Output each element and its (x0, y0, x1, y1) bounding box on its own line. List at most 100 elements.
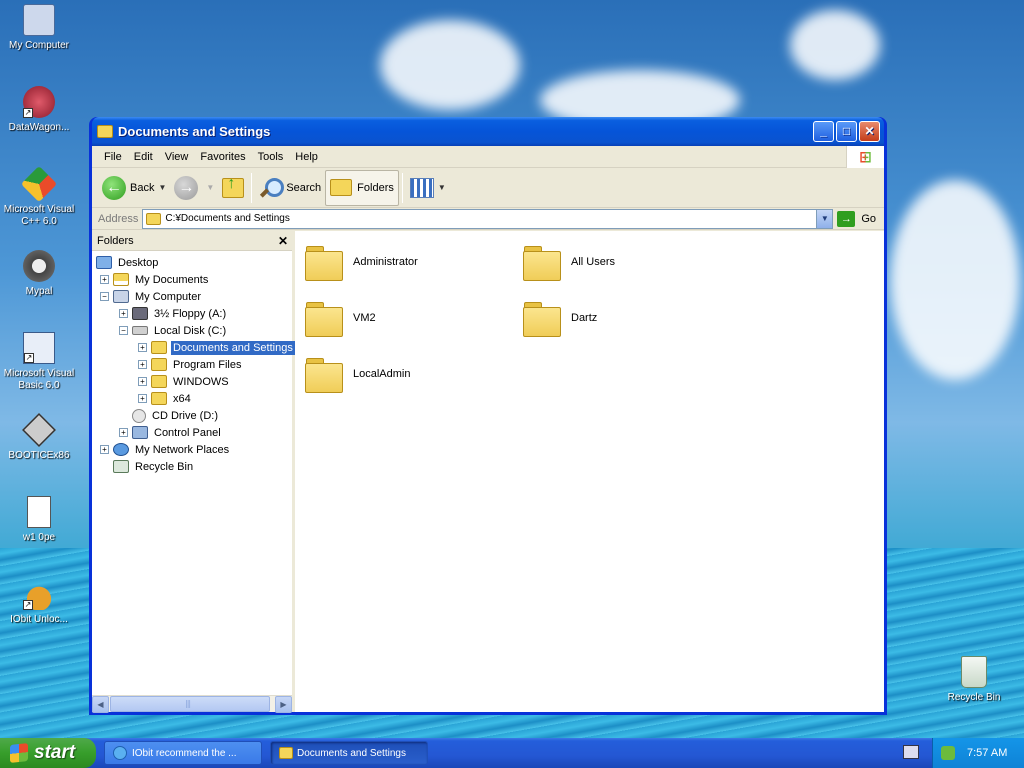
folder-item-localadmin[interactable]: LocalAdmin (305, 349, 505, 399)
scroll-thumb[interactable] (110, 696, 270, 712)
address-value[interactable]: C:¥Documents and Settings (165, 213, 816, 224)
folder-item-administrator[interactable]: Administrator (305, 237, 505, 287)
expand-icon[interactable]: + (138, 377, 147, 386)
desktop-icon-bootice[interactable]: BOOTICEx86 (0, 413, 78, 462)
cloud-decoration (380, 20, 520, 110)
tree-item-desktop[interactable]: Desktop (92, 254, 292, 271)
folder-item-all-users[interactable]: All Users (523, 237, 723, 287)
desktop-icon-mypal[interactable]: Mypal (0, 250, 78, 298)
expand-icon[interactable]: + (100, 445, 109, 454)
expand-icon[interactable]: + (100, 275, 109, 284)
taskbar-item-iobit[interactable]: IObit recommend the ... (104, 741, 262, 765)
folder-item-dartz[interactable]: Dartz (523, 293, 723, 343)
tree-item-control-panel[interactable]: + Control Panel (92, 424, 292, 441)
tree-item-windows[interactable]: + WINDOWS (92, 373, 292, 390)
desktop-icon-datawagon[interactable]: ↗ DataWagon... (0, 86, 78, 134)
go-button[interactable]: → Go (833, 210, 884, 227)
views-dropdown-icon[interactable]: ▼ (438, 183, 446, 192)
iobit-unlocker-icon: ↗ (23, 578, 55, 610)
scroll-right-icon[interactable]: ▶ (275, 696, 292, 713)
tree-item-cd-drive[interactable]: CD Drive (D:) (92, 407, 292, 424)
toolbar-separator (401, 172, 403, 203)
network-places-icon (113, 443, 129, 456)
my-computer-icon (23, 4, 55, 36)
expand-icon[interactable]: + (138, 343, 147, 352)
folder-icon (305, 300, 343, 337)
collapse-icon[interactable]: − (100, 292, 109, 301)
taskbar: start IObit recommend the ... Documents … (0, 738, 1024, 768)
tree-item-local-disk[interactable]: − Local Disk (C:) (92, 322, 292, 339)
forward-arrow-icon: → (174, 175, 199, 200)
tree-label: My Computer (135, 290, 202, 303)
taskbar-item-label: IObit recommend the ... (132, 747, 237, 759)
expand-icon[interactable]: + (138, 394, 147, 403)
window-titlebar[interactable]: Documents and Settings _ □ ✕ (92, 117, 884, 146)
tree-item-documents-and-settings[interactable]: + Documents and Settings (92, 339, 295, 356)
menu-edit[interactable]: Edit (128, 151, 159, 163)
expand-icon[interactable]: + (138, 360, 147, 369)
menu-tools[interactable]: Tools (252, 151, 290, 163)
my-computer-icon (113, 290, 129, 303)
menu-favorites[interactable]: Favorites (194, 151, 251, 163)
tree-label: x64 (173, 392, 191, 405)
tray-app-icon[interactable] (941, 746, 955, 760)
expand-icon[interactable]: + (119, 428, 128, 437)
tree-item-my-computer[interactable]: − My Computer (92, 288, 292, 305)
clock[interactable]: 7:57 AM (967, 747, 1007, 759)
up-button[interactable] (218, 171, 248, 205)
desktop-icon-recycle-bin[interactable]: Recycle Bin (935, 656, 1013, 704)
recycle-bin-icon (113, 460, 129, 473)
folder-icon (151, 392, 167, 405)
back-button[interactable]: ← Back ▼ (98, 171, 170, 205)
tree-item-program-files[interactable]: + Program Files (92, 356, 292, 373)
folder-icon (305, 356, 343, 393)
maximize-button[interactable]: □ (836, 121, 857, 142)
taskbar-item-documents-and-settings[interactable]: Documents and Settings (270, 741, 428, 765)
start-button[interactable]: start (0, 738, 96, 768)
search-button[interactable]: Search (255, 171, 325, 205)
desktop-icon (96, 256, 112, 269)
forward-dropdown-icon[interactable]: ▼ (206, 183, 214, 192)
horizontal-scrollbar[interactable]: ◀ ▶ (92, 695, 292, 713)
desktop-icon-iobit-unlocker[interactable]: ↗ IObit Unloc... (0, 578, 78, 626)
desktop-icon-visual-basic[interactable]: ↗ Microsoft Visual Basic 6.0 (0, 332, 78, 392)
folders-button[interactable]: Folders (325, 169, 399, 206)
cloud-decoration (890, 180, 1020, 380)
address-label: Address (98, 212, 139, 225)
views-button[interactable]: ▼ (406, 171, 450, 205)
keyboard-icon[interactable] (903, 745, 919, 759)
minimize-button[interactable]: _ (813, 121, 834, 142)
tree-item-my-documents[interactable]: + My Documents (92, 271, 292, 288)
address-dropdown-icon[interactable]: ▼ (816, 209, 833, 228)
tree-item-x64[interactable]: + x64 (92, 390, 292, 407)
desktop-icon-my-computer[interactable]: My Computer (0, 4, 78, 52)
menu-help[interactable]: Help (289, 151, 324, 163)
scroll-left-icon[interactable]: ◀ (92, 696, 109, 713)
expand-icon[interactable]: + (119, 309, 128, 318)
desktop-icon-w10pe[interactable]: w1 0pe (0, 496, 78, 544)
recycle-bin-icon (961, 656, 987, 688)
folder-label: VM2 (353, 312, 376, 324)
address-input[interactable]: C:¥Documents and Settings ▼ (142, 208, 834, 229)
tree-item-network-places[interactable]: + My Network Places (92, 441, 292, 458)
close-button[interactable]: ✕ (859, 121, 880, 142)
window-title: Documents and Settings (118, 124, 271, 139)
datawagon-icon: ↗ (23, 86, 55, 118)
folder-item-vm2[interactable]: VM2 (305, 293, 505, 343)
desktop-icon-label: Recycle Bin (947, 692, 1001, 703)
tree-item-floppy[interactable]: + 3½ Floppy (A:) (92, 305, 292, 322)
tree-label: CD Drive (D:) (152, 409, 218, 422)
collapse-icon[interactable]: − (119, 326, 128, 335)
desktop-icon-label: Microsoft Visual Basic 6.0 (3, 368, 75, 391)
folder-label: Dartz (571, 312, 598, 324)
forward-button[interactable]: → ▼ (170, 171, 218, 205)
close-pane-icon[interactable]: ✕ (274, 234, 292, 248)
menu-file[interactable]: File (98, 151, 128, 163)
scroll-track[interactable] (109, 696, 275, 712)
desktop-icon-visual-cpp[interactable]: Microsoft Visual C++ 6.0 (0, 165, 78, 228)
tree-item-recycle-bin[interactable]: Recycle Bin (92, 458, 292, 475)
menu-view[interactable]: View (159, 151, 195, 163)
search-icon (259, 177, 285, 199)
back-dropdown-icon[interactable]: ▼ (158, 183, 166, 192)
